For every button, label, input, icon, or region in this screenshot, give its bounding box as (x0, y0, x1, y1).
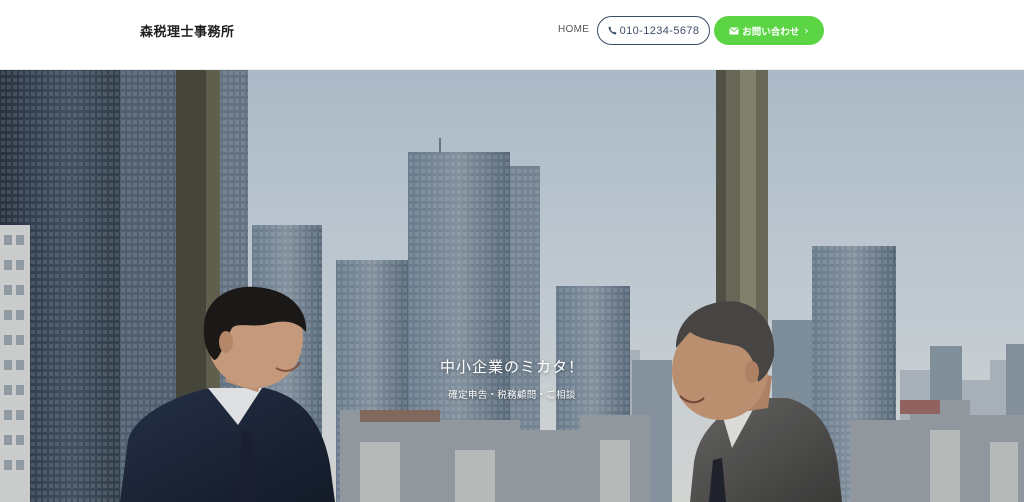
hero-office-photo (0, 70, 1024, 502)
mail-icon (729, 27, 739, 34)
phone-icon (608, 26, 617, 35)
phone-button[interactable]: 010-1234-5678 (597, 16, 710, 45)
hero-section: 中小企業のミカタ！ 確定申告・税務顧問・ご相談 (0, 70, 1024, 502)
hero-title: 中小企業のミカタ！ (439, 358, 584, 376)
nav-home-link[interactable]: HOME (558, 24, 589, 35)
hero-text-block: 中小企業のミカタ！ 確定申告・税務顧問・ご相談 (0, 356, 1024, 401)
hero-subtitle: 確定申告・税務顧問・ご相談 (448, 390, 576, 401)
site-logo[interactable]: 森税理士事務所 (140, 21, 235, 40)
phone-number: 010-1234-5678 (619, 24, 700, 37)
site-header: 森税理士事務所 HOME 010-1234-5678 お問い合わせ › (0, 0, 1024, 70)
contact-button[interactable]: お問い合わせ › (714, 16, 824, 45)
chevron-right-icon: › (804, 24, 809, 37)
contact-label: お問い合わせ (742, 26, 800, 38)
